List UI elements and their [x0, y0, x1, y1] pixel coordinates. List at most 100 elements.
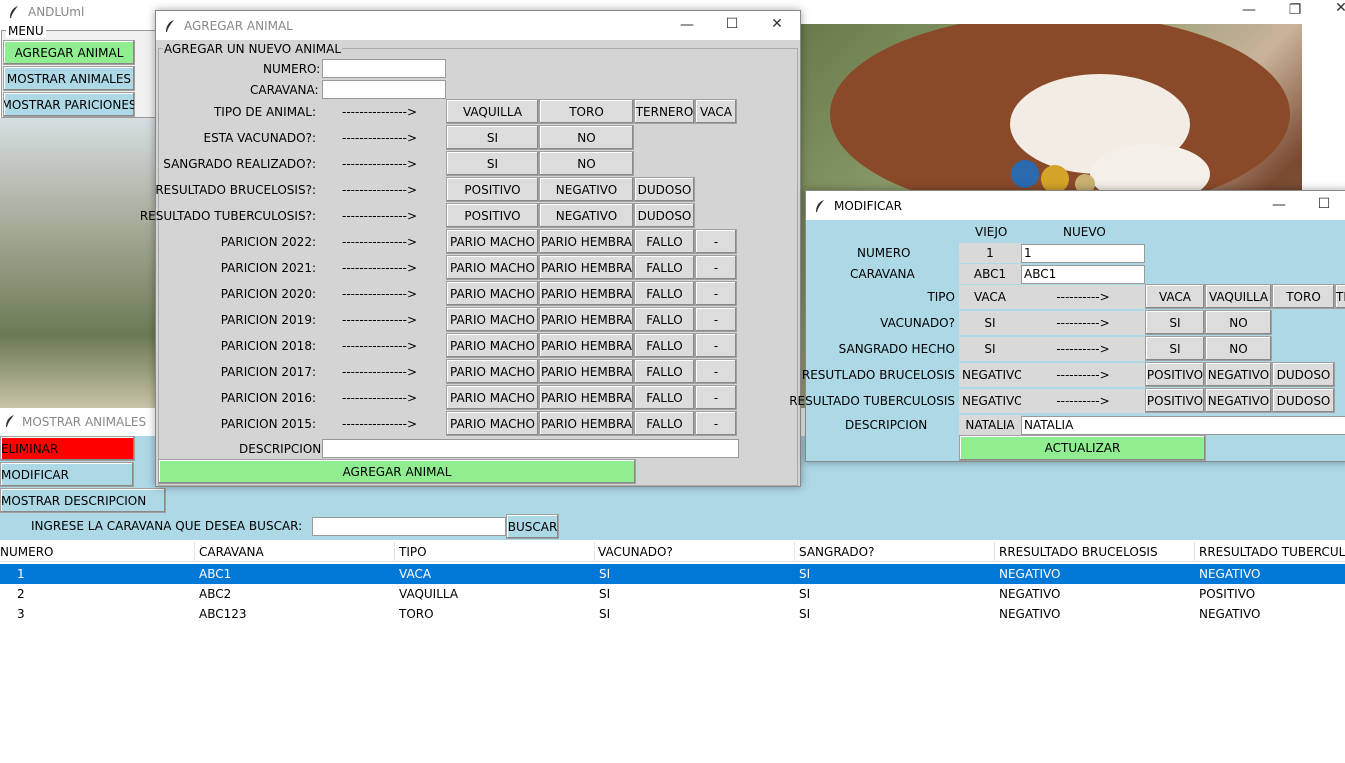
table-row[interactable]: 2 ABC2 VAQUILLA SI SI NEGATIVO POSITIVO [0, 584, 1345, 604]
agregar-option-button[interactable]: - [695, 255, 737, 280]
mod-option-button[interactable]: VACA [1145, 284, 1205, 309]
arrow-text: ---------------> [342, 183, 418, 197]
numero-input[interactable] [322, 59, 446, 78]
agregar-option-button[interactable]: SI [446, 125, 539, 150]
agregar-option-button[interactable]: PARIO HEMBRA [539, 333, 634, 358]
agregar-option-button[interactable]: PARIO MACHO [446, 307, 539, 332]
agregar-option-button[interactable]: - [695, 333, 737, 358]
mod-option-button[interactable]: SI [1145, 336, 1205, 361]
restore-icon[interactable]: ❐ [1272, 2, 1318, 18]
mod-option-button[interactable]: DUDOSO [1272, 388, 1335, 413]
minimize-icon[interactable]: — [1226, 2, 1272, 18]
col-tipo[interactable]: TIPO [399, 545, 427, 559]
buscar-button[interactable]: BUSCAR [506, 514, 559, 539]
arrow-text: ---------------> [342, 391, 418, 405]
cell-numero: 2 [17, 587, 25, 601]
modificar-button[interactable]: MODIFICAR [0, 462, 134, 487]
close-icon[interactable]: ✕ [1318, 0, 1345, 16]
col-brucelosis[interactable]: RRESULTADO BRUCELOSIS [999, 545, 1158, 559]
agregar-option-button[interactable]: - [695, 307, 737, 332]
descripcion-input[interactable] [322, 439, 739, 458]
mod-numero-input[interactable]: 1 [1021, 244, 1145, 263]
column-divider [194, 542, 195, 562]
table-row[interactable]: 1 ABC1 VACA SI SI NEGATIVO NEGATIVO [0, 564, 1345, 584]
agregar-option-button[interactable]: NEGATIVO [539, 177, 634, 202]
menu-agregar-button[interactable]: AGREGAR ANIMAL [3, 40, 135, 65]
modificar-window: MODIFICAR — ☐ VIEJO NUEVO NUMERO 1 1 CAR… [789, 190, 1345, 462]
agregar-option-button[interactable]: POSITIVO [446, 203, 539, 228]
agregar-option-button[interactable]: FALLO [634, 385, 695, 410]
agregar-option-button[interactable]: PARIO MACHO [446, 411, 539, 436]
agregar-option-button[interactable]: PARIO HEMBRA [539, 359, 634, 384]
mod-option-button[interactable]: TORO [1272, 284, 1335, 309]
table-row[interactable]: 3 ABC123 TORO SI SI NEGATIVO NEGATIVO [0, 604, 1345, 624]
agregar-option-button[interactable]: - [695, 281, 737, 306]
mostrar-descripcion-button[interactable]: MOSTRAR DESCRIPCION [0, 488, 166, 513]
agregar-option-button[interactable]: FALLO [634, 333, 695, 358]
agregar-option-button[interactable]: - [695, 411, 737, 436]
search-input[interactable] [312, 517, 506, 536]
mod-option-button[interactable]: DUDOSO [1272, 362, 1335, 387]
agregar-option-button[interactable]: PARIO HEMBRA [539, 385, 634, 410]
agregar-option-button[interactable]: - [695, 359, 737, 384]
agregar-option-button[interactable]: TERNERO [634, 99, 695, 124]
mod-option-button[interactable]: SI [1145, 310, 1205, 335]
agregar-option-button[interactable]: DUDOSO [634, 177, 695, 202]
mod-option-button[interactable]: NO [1205, 336, 1272, 361]
col-tuberculosis[interactable]: RRESULTADO TUBERCULOSIS [1199, 545, 1345, 559]
close-icon[interactable]: ✕ [754, 16, 800, 32]
agregar-option-button[interactable]: VACA [695, 99, 737, 124]
agregar-option-button[interactable]: VAQUILLA [446, 99, 539, 124]
maximize-icon[interactable]: ☐ [1301, 196, 1345, 212]
col-sangrado[interactable]: SANGRADO? [799, 545, 874, 559]
minimize-icon[interactable]: — [1256, 197, 1302, 213]
mod-option-button[interactable]: TE [1335, 284, 1345, 309]
mod-option-button[interactable]: NEGATIVO [1205, 362, 1272, 387]
agregar-option-button[interactable]: FALLO [634, 411, 695, 436]
col-caravana[interactable]: CARAVANA [199, 545, 264, 559]
agregar-option-button[interactable]: PARIO HEMBRA [539, 307, 634, 332]
agregar-option-button[interactable]: PARIO MACHO [446, 385, 539, 410]
agregar-option-button[interactable]: PARIO MACHO [446, 359, 539, 384]
agregar-option-button[interactable]: - [695, 385, 737, 410]
agregar-option-button[interactable]: NO [539, 151, 634, 176]
mod-option-button[interactable]: NEGATIVO [1205, 388, 1272, 413]
agregar-option-button[interactable]: PARIO MACHO [446, 229, 539, 254]
col-vacunado[interactable]: VACUNADO? [598, 545, 673, 559]
mod-option-button[interactable]: VAQUILLA [1205, 284, 1272, 309]
agregar-animal-submit-button[interactable]: AGREGAR ANIMAL [158, 459, 636, 484]
agregar-option-button[interactable]: DUDOSO [634, 203, 695, 228]
agregar-option-button[interactable]: - [695, 229, 737, 254]
mod-arrow-text: ----------> [1021, 389, 1145, 413]
mod-caravana-input[interactable]: ABC1 [1021, 265, 1145, 284]
agregar-option-button[interactable]: FALLO [634, 229, 695, 254]
col-numero[interactable]: NUMERO [0, 545, 53, 559]
agregar-option-button[interactable]: NEGATIVO [539, 203, 634, 228]
agregar-option-button[interactable]: PARIO MACHO [446, 281, 539, 306]
mod-option-button[interactable]: NO [1205, 310, 1272, 335]
agregar-option-button[interactable]: PARIO HEMBRA [539, 229, 634, 254]
agregar-option-button[interactable]: PARIO MACHO [446, 255, 539, 280]
agregar-option-button[interactable]: FALLO [634, 359, 695, 384]
menu-mostrar-pariciones-button[interactable]: MOSTRAR PARICIONES [3, 92, 135, 117]
eliminar-button[interactable]: ELIMINAR [0, 436, 135, 461]
mod-option-button[interactable]: POSITIVO [1145, 388, 1205, 413]
agregar-option-button[interactable]: FALLO [634, 307, 695, 332]
agregar-option-button[interactable]: PARIO HEMBRA [539, 255, 634, 280]
agregar-option-button[interactable]: TORO [539, 99, 634, 124]
caravana-input[interactable] [322, 80, 446, 99]
agregar-option-button[interactable]: PARIO HEMBRA [539, 411, 634, 436]
agregar-option-button[interactable]: SI [446, 151, 539, 176]
actualizar-button[interactable]: ACTUALIZAR [959, 435, 1206, 461]
agregar-option-button[interactable]: POSITIVO [446, 177, 539, 202]
menu-mostrar-animales-button[interactable]: MOSTRAR ANIMALES [3, 66, 135, 91]
agregar-option-button[interactable]: FALLO [634, 281, 695, 306]
agregar-option-button[interactable]: NO [539, 125, 634, 150]
mod-option-button[interactable]: POSITIVO [1145, 362, 1205, 387]
agregar-option-button[interactable]: FALLO [634, 255, 695, 280]
mod-descripcion-input[interactable]: NATALIA [1021, 416, 1345, 435]
minimize-icon[interactable]: — [664, 17, 710, 33]
maximize-icon[interactable]: ☐ [709, 16, 755, 32]
agregar-option-button[interactable]: PARIO MACHO [446, 333, 539, 358]
agregar-option-button[interactable]: PARIO HEMBRA [539, 281, 634, 306]
